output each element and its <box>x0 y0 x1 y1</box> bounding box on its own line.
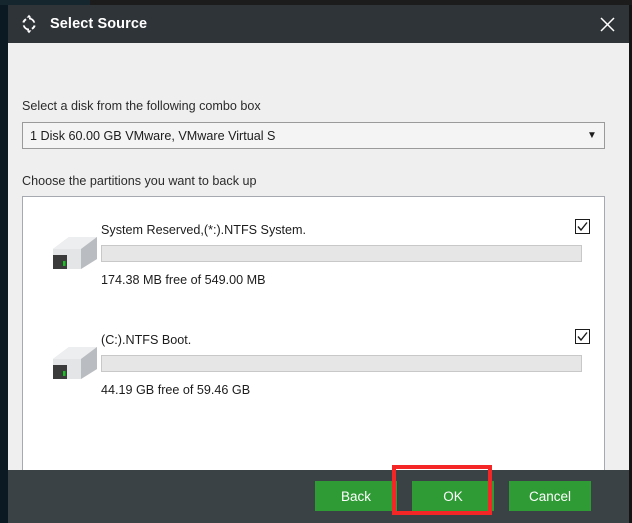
checkmark-icon <box>577 332 588 342</box>
desktop-background: Select Source Select a disk from the fol… <box>0 0 632 523</box>
partition-name: System Reserved,(*:).NTFS System. <box>101 223 307 237</box>
close-icon[interactable] <box>593 10 621 38</box>
chevron-down-icon: ▼ <box>587 129 597 141</box>
disk-select-label: Select a disk from the following combo b… <box>22 99 261 113</box>
cancel-button[interactable]: Cancel <box>509 481 591 511</box>
select-source-dialog: Select Source Select a disk from the fol… <box>8 5 629 523</box>
partition-checkbox[interactable] <box>575 219 590 234</box>
partition-row[interactable]: System Reserved,(*:).NTFS System. 174.38… <box>23 205 604 315</box>
dialog-content: Select a disk from the following combo b… <box>8 43 629 497</box>
disk-drive-icon <box>45 339 103 387</box>
checkmark-icon <box>577 222 588 232</box>
partition-free-space: 174.38 MB free of 549.00 MB <box>101 273 266 287</box>
partition-usage-bar <box>101 245 582 262</box>
ok-button[interactable]: OK <box>412 481 494 511</box>
dialog-titlebar: Select Source <box>8 5 629 43</box>
partition-list: System Reserved,(*:).NTFS System. 174.38… <box>22 196 605 497</box>
partition-free-space: 44.19 GB free of 59.46 GB <box>101 383 251 397</box>
desktop-strip-left <box>0 5 8 523</box>
disk-drive-icon <box>45 229 103 277</box>
partition-name: (C:).NTFS Boot. <box>101 333 192 347</box>
disk-select-combobox[interactable]: 1 Disk 60.00 GB VMware, VMware Virtual S… <box>22 122 605 149</box>
back-button[interactable]: Back <box>315 481 397 511</box>
sync-arrows-icon <box>18 13 40 35</box>
partition-row[interactable]: (C:).NTFS Boot. 44.19 GB free of 59.46 G… <box>23 315 604 425</box>
dialog-title: Select Source <box>50 16 148 32</box>
partitions-label: Choose the partitions you want to back u… <box>22 174 257 188</box>
partition-usage-bar <box>101 355 582 372</box>
dialog-footer: Back OK Cancel <box>8 470 629 523</box>
partition-checkbox[interactable] <box>575 329 590 344</box>
disk-select-value: 1 Disk 60.00 GB VMware, VMware Virtual S <box>30 128 276 143</box>
